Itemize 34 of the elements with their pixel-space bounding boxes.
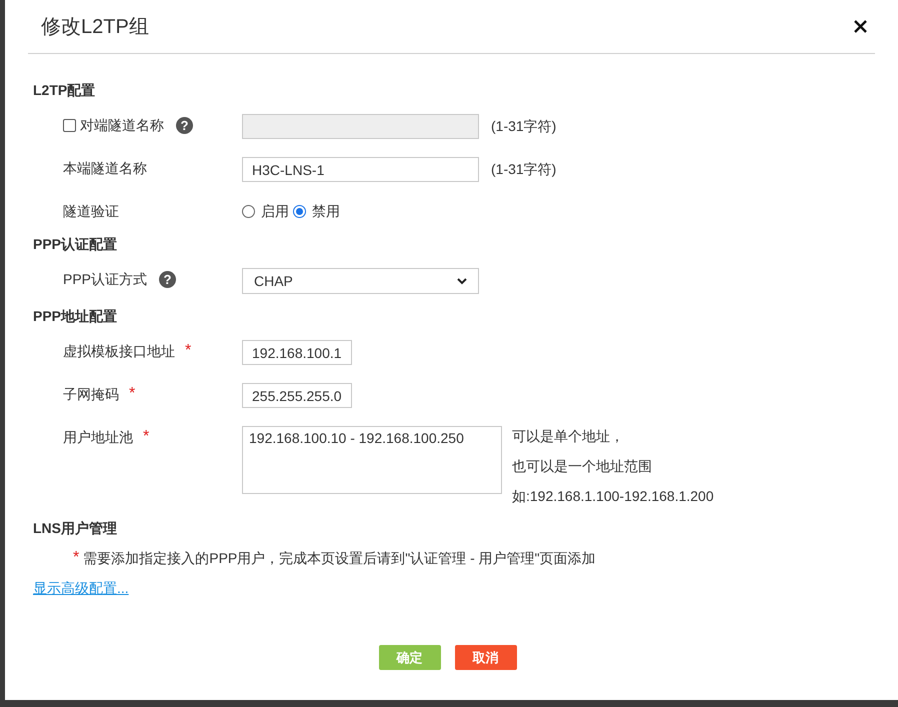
note-text: 需要添加指定接入的PPP用户，完成本页设置后请到"认证管理 - 用户管理"页面添加 [83, 549, 596, 568]
address-pool-field[interactable]: 192.168.100.10 - 192.168.100.250 [242, 426, 502, 494]
hint-text: (1-31字符) [491, 160, 556, 179]
help-icon[interactable]: ? [159, 270, 176, 288]
chevron-icon [457, 278, 467, 284]
radio-label: 启用 [261, 202, 289, 221]
section-heading: L2TP配置 [33, 81, 96, 100]
hint-text: 也可以是一个地址范围 [512, 457, 653, 476]
radio-label: 禁用 [312, 202, 340, 221]
dialog-title: 修改L2TP组 [41, 14, 149, 40]
field-label: 用户地址池 [63, 428, 133, 447]
field-label: 对端隧道名称 [80, 116, 164, 135]
field-label: 隧道验证 [63, 202, 119, 221]
input-field[interactable]: H3C-LNS-1 [242, 157, 479, 182]
field-label: 虚拟模板接口地址 [63, 342, 175, 361]
section-heading: PPP地址配置 [33, 307, 118, 326]
input-field[interactable]: 255.255.255.0 [242, 383, 352, 408]
field-label: 本端隧道名称 [63, 159, 147, 178]
section-heading: PPP认证配置 [33, 235, 118, 254]
input-field[interactable]: 192.168.100.1 [242, 340, 352, 365]
hint-text: (1-31字符) [491, 117, 556, 136]
required-mark: * [143, 427, 150, 447]
radio-button[interactable] [242, 204, 255, 218]
section-heading: LNS用户管理 [33, 519, 118, 538]
field-label: PPP认证方式 [63, 270, 148, 289]
field-label: 子网掩码 [63, 385, 119, 404]
required-mark: * [73, 548, 80, 568]
hint-text: 可以是单个地址， [512, 427, 625, 446]
radio-button[interactable] [293, 204, 306, 218]
hint-text: 如:192.168.1.100-192.168.1.200 [512, 487, 714, 506]
select-field[interactable]: CHAP [242, 268, 479, 294]
required-mark: * [129, 384, 136, 404]
close-icon[interactable] [854, 20, 867, 33]
required-mark: * [185, 341, 192, 361]
